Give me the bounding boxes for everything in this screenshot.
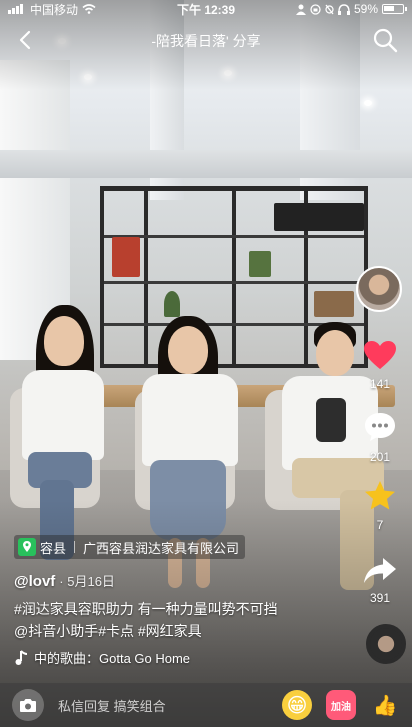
divider bbox=[74, 541, 76, 553]
author-name[interactable]: @lovf bbox=[14, 573, 55, 590]
location-tag[interactable]: 容县 广西容县润达家具有限公司 bbox=[14, 535, 246, 559]
wifi-icon bbox=[82, 4, 96, 14]
like-count: 141 bbox=[369, 377, 391, 391]
location-pin-icon bbox=[18, 538, 36, 556]
camera-icon bbox=[20, 698, 36, 712]
description-line[interactable]: #润达家具容职助力 有一种力量叫势不可挡 bbox=[14, 598, 334, 620]
share-count: 391 bbox=[369, 591, 391, 605]
like-button[interactable]: 141 bbox=[354, 340, 406, 391]
person-icon bbox=[295, 4, 306, 15]
thumbs-up-button[interactable]: 👍 bbox=[370, 690, 400, 720]
comment-bar: 私信回复 搞笑组合 😁 加油 👍 bbox=[0, 683, 412, 727]
cheer-sticker-label: 加油 bbox=[331, 701, 351, 713]
battery-icon bbox=[382, 4, 407, 14]
search-icon[interactable] bbox=[372, 27, 398, 53]
signal-icon bbox=[8, 4, 23, 14]
post-date: · 5月16日 bbox=[59, 574, 115, 589]
music-disc-icon[interactable] bbox=[366, 624, 406, 664]
location-city: 容县 bbox=[40, 540, 67, 556]
status-bar: 中国移动 下午 12:39 59% bbox=[0, 0, 412, 18]
top-bar: -陪我看日落' 分享 bbox=[0, 24, 412, 56]
page-title: -陪我看日落' 分享 bbox=[151, 33, 261, 49]
share-button[interactable]: 391 bbox=[354, 556, 406, 605]
thumbs-up-icon: 👍 bbox=[372, 694, 398, 717]
song-title: 中的歌曲：Gotta Go Home bbox=[34, 651, 191, 666]
music-note-icon bbox=[15, 649, 28, 665]
star-icon bbox=[365, 481, 395, 510]
comment-icon bbox=[365, 413, 395, 441]
headphones-icon bbox=[337, 3, 350, 15]
comment-button[interactable]: 201 bbox=[354, 411, 406, 464]
clock: 下午 12:39 bbox=[176, 2, 236, 17]
favorite-count: 7 bbox=[376, 518, 384, 532]
author-avatar[interactable] bbox=[356, 266, 402, 312]
location-business: 广西容县润达家具有限公司 bbox=[83, 540, 240, 556]
video-description: #润达家具容职助力 有一种力量叫势不可挡 @抖音小助手#卡点 #网红家具 bbox=[14, 598, 334, 642]
share-arrow-icon bbox=[364, 558, 396, 583]
message-input[interactable]: 私信回复 搞笑组合 bbox=[58, 696, 268, 715]
grin-emoji-button[interactable]: 😁 bbox=[282, 690, 312, 720]
author-info[interactable]: @lovf · 5月16日 bbox=[14, 571, 115, 590]
cheer-sticker-button[interactable]: 加油 bbox=[326, 690, 356, 720]
carrier-name: 中国移动 bbox=[30, 2, 79, 17]
favorite-button[interactable]: 7 bbox=[354, 480, 406, 532]
ceiling-light bbox=[364, 100, 372, 106]
heart-icon bbox=[364, 341, 396, 369]
comment-count: 201 bbox=[369, 450, 391, 464]
lock-rotation-icon bbox=[310, 3, 321, 15]
description-line[interactable]: @抖音小助手#卡点 #网红家具 bbox=[14, 620, 334, 642]
grin-emoji-icon: 😁 bbox=[286, 694, 308, 717]
alarm-icon bbox=[325, 4, 334, 14]
beam bbox=[0, 150, 412, 178]
battery-percent: 59% bbox=[353, 2, 378, 16]
camera-button[interactable] bbox=[12, 689, 44, 721]
song-info[interactable]: 中的歌曲：Gotta Go Home bbox=[14, 648, 190, 667]
